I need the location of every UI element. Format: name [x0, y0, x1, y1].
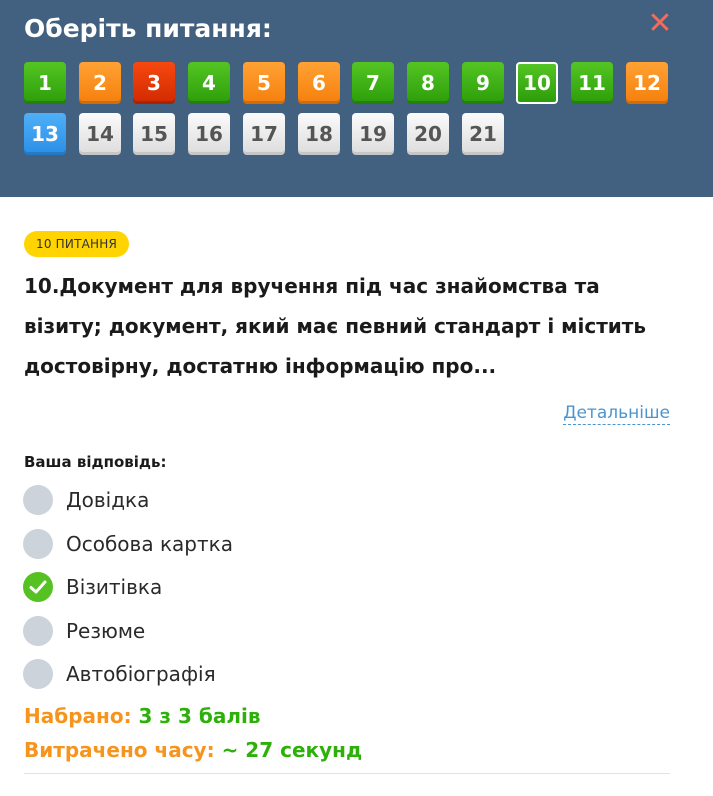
question-button-19[interactable]: 19 — [352, 113, 394, 155]
question-number-badge: 10 ПИТАННЯ — [24, 231, 130, 257]
header-title: Оберіть питання: — [24, 14, 272, 43]
question-button-10[interactable]: 10 — [516, 62, 558, 104]
answer-option-1[interactable]: Довідка — [23, 485, 423, 517]
question-button-2[interactable]: 2 — [79, 62, 121, 104]
time-line: Витрачено часу: ~ 27 секунд — [24, 738, 362, 762]
question-button-7[interactable]: 7 — [352, 62, 394, 104]
score-label: Набрано: — [24, 704, 132, 728]
close-icon[interactable]: ✕ — [646, 9, 674, 39]
answer-option-label: Візитівка — [66, 575, 163, 599]
question-button-6[interactable]: 6 — [298, 62, 340, 104]
answer-option-2[interactable]: Особова картка — [23, 529, 423, 561]
question-button-3[interactable]: 3 — [133, 62, 175, 104]
answer-option-label: Особова картка — [66, 532, 233, 556]
question-button-17[interactable]: 17 — [243, 113, 285, 155]
question-button-1[interactable]: 1 — [24, 62, 66, 104]
question-button-12[interactable]: 12 — [626, 62, 668, 104]
question-button-18[interactable]: 18 — [298, 113, 340, 155]
question-navigator-header: Оберіть питання: ✕ 1 2 3 4 5 6 7 8 9 10 11 12 13 14 15… — [0, 0, 713, 197]
divider — [24, 773, 670, 774]
question-button-9[interactable]: 9 — [462, 62, 504, 104]
radio-unchecked-icon[interactable] — [23, 659, 53, 689]
answer-label: Ваша відповідь: — [24, 453, 167, 471]
time-label: Витрачено часу: — [24, 738, 215, 762]
answer-option-label: Автобіографія — [66, 662, 216, 686]
radio-unchecked-icon[interactable] — [23, 616, 53, 646]
time-value: ~ 27 секунд — [221, 738, 363, 762]
answer-option-4[interactable]: Резюме — [23, 616, 423, 648]
question-button-16[interactable]: 16 — [188, 113, 230, 155]
checkmark-icon[interactable] — [23, 572, 53, 602]
question-button-11[interactable]: 11 — [571, 62, 613, 104]
question-button-4[interactable]: 4 — [188, 62, 230, 104]
details-link[interactable]: Детальніше — [563, 403, 670, 425]
score-value: 3 з 3 балів — [138, 704, 261, 728]
answer-option-3[interactable]: Візитівка — [23, 572, 423, 604]
question-button-21[interactable]: 21 — [462, 113, 504, 155]
radio-unchecked-icon[interactable] — [23, 485, 53, 515]
question-button-14[interactable]: 14 — [79, 113, 121, 155]
radio-unchecked-icon[interactable] — [23, 529, 53, 559]
question-button-8[interactable]: 8 — [407, 62, 449, 104]
question-button-20[interactable]: 20 — [407, 113, 449, 155]
question-button-13[interactable]: 13 — [24, 113, 66, 155]
question-text: 10.Документ для вручення під час знайомс… — [24, 274, 647, 378]
answer-option-5[interactable]: Автобіографія — [23, 659, 423, 691]
answer-option-label: Резюме — [66, 619, 146, 643]
question-button-5[interactable]: 5 — [243, 62, 285, 104]
score-line: Набрано: 3 з 3 балів — [24, 704, 261, 728]
answer-option-label: Довідка — [66, 488, 150, 512]
question-button-15[interactable]: 15 — [133, 113, 175, 155]
